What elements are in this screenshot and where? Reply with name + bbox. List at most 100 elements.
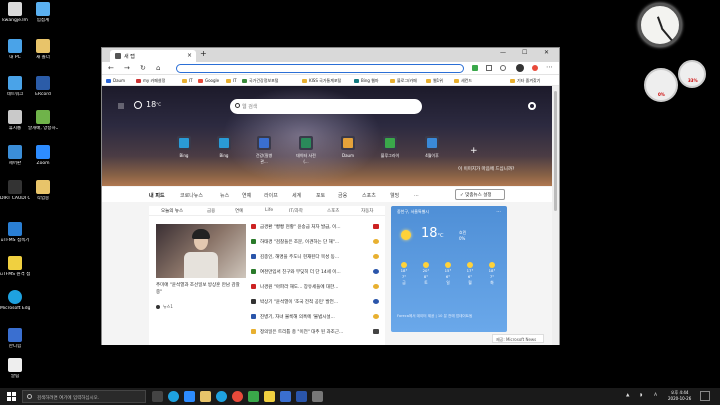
tab-my-feed[interactable]: 내 피드: [149, 192, 165, 199]
edge-beta-app-icon[interactable]: [216, 391, 227, 402]
weather-card[interactable]: 중천구, 서울특별시 ... 18°C 흐린 0% 18° 7° 금 20° 8° 토 1…: [391, 206, 507, 332]
minimize-button[interactable]: —: [500, 49, 506, 56]
tray-network-icon[interactable]: ▲: [626, 393, 629, 398]
desktop-icon[interactable]: 제어판: [0, 145, 30, 166]
apps-grid-icon[interactable]: [118, 103, 124, 109]
subtab-finance[interactable]: 금융: [207, 208, 215, 214]
close-tab-icon[interactable]: ×: [187, 52, 192, 59]
task-view-icon[interactable]: [152, 391, 163, 402]
profile-avatar[interactable]: [516, 64, 524, 72]
news-item[interactable]: 나경원 "아파라 해도... 장유세들에 대한...: [251, 284, 379, 296]
close-window-button[interactable]: ✕: [544, 49, 549, 56]
news-item[interactable]: 하태경 "검찰들은 조문, 이견하는 단 해"...: [251, 239, 379, 251]
settings-app-icon[interactable]: [312, 391, 323, 402]
desktop-icon[interactable]: Zoom: [28, 145, 58, 166]
address-bar[interactable]: [176, 64, 464, 73]
store-app-icon[interactable]: [296, 391, 307, 402]
quick-link[interactable]: 건강(질병 관...: [252, 136, 276, 165]
tab-entertainment[interactable]: 연예: [242, 192, 251, 199]
zoom-app-icon[interactable]: [184, 391, 195, 402]
desktop-icon[interactable]: 휴지통: [0, 110, 30, 131]
tab-covid-news[interactable]: 코로나뉴스: [180, 192, 203, 199]
photos-app-icon[interactable]: [248, 391, 259, 402]
subtab-life[interactable]: Life: [265, 208, 273, 213]
web-search-input[interactable]: 웹 검색: [230, 99, 422, 114]
bookmark[interactable]: KISS 국가통계포털: [302, 78, 341, 84]
refresh-button[interactable]: ↻: [140, 64, 146, 72]
desktop-icon[interactable]: ERcord: [28, 76, 58, 97]
forward-button[interactable]: →: [124, 64, 130, 72]
subtab-cars[interactable]: 자동차: [361, 208, 373, 214]
desktop-icon[interactable]: 내 PC: [0, 39, 30, 60]
bookmark[interactable]: 웹1위: [426, 78, 443, 84]
news-item[interactable]: 정의일은 트리튬 충 "이전" 대추 된 과조근...: [251, 329, 379, 341]
bookmark[interactable]: 블로그/카페: [390, 78, 417, 84]
tab-photo[interactable]: 포토: [316, 192, 325, 199]
desktop-icon[interactable]: 네트워크: [0, 76, 30, 97]
windows-start-icon[interactable]: [7, 392, 16, 401]
tab-new-tab[interactable]: 새 탭 ×: [110, 50, 196, 62]
news-item[interactable]: 여천만입서 친구와 부딪히 더 단 14세 이...: [251, 269, 379, 281]
desktop-icon[interactable]: 알림: [0, 358, 30, 379]
bookmark[interactable]: 국가건강정보포털: [242, 78, 278, 84]
tab-wellbeing[interactable]: 웰빙: [390, 192, 399, 199]
desktop-icon[interactable]: kwangje.lm: [0, 2, 30, 23]
tab-finance[interactable]: 금융: [338, 192, 347, 199]
subtab-entertainment[interactable]: 연예: [235, 208, 243, 214]
explorer-app-icon[interactable]: [200, 391, 211, 402]
personalize-button[interactable]: ✓ 맞춤뉴스 설정: [455, 189, 505, 200]
bookmark[interactable]: my 카페설정: [136, 78, 165, 84]
bookmark[interactable]: Daum: [106, 78, 125, 83]
subtab-today[interactable]: 오늘의 뉴스: [161, 208, 183, 214]
input-language-indicator[interactable]: A: [654, 393, 657, 398]
news-item[interactable]: 진병기, 자녀 불룩해 의혹에 '불법시설...: [251, 314, 379, 326]
weather-more-icon[interactable]: ...: [496, 208, 501, 214]
tray-volume-icon[interactable]: ◗: [640, 393, 642, 398]
scrollbar-thumb[interactable]: [554, 91, 557, 211]
taskbar-search-input[interactable]: 검색하려면 여기에 입력하십시오.: [22, 390, 146, 403]
tab-news[interactable]: 뉴스: [220, 192, 229, 199]
weather-widget[interactable]: 18 °C: [134, 100, 161, 109]
quick-link[interactable]: 데이터 사전 (...: [294, 136, 318, 164]
home-button[interactable]: ⌂: [156, 64, 160, 72]
back-button[interactable]: ←: [108, 64, 114, 72]
more-menu-icon[interactable]: ⋯: [546, 63, 553, 71]
microsoft-news-tag[interactable]: 제공: Microsoft News: [492, 334, 544, 343]
quick-link[interactable]: Bing: [212, 136, 236, 158]
other-favorites[interactable]: 기타 즐겨찾기: [510, 78, 540, 84]
desktop-icon[interactable]: 한디힘: [0, 328, 30, 349]
favorites-icon[interactable]: [500, 65, 506, 71]
quick-link[interactable]: 4월이후: [420, 136, 444, 159]
tab-life[interactable]: 라이프: [264, 192, 278, 199]
tab-world[interactable]: 세계: [292, 192, 301, 199]
desktop-icon[interactable]: uTFMS 접속기: [0, 222, 30, 243]
quick-link[interactable]: 블루그라이: [378, 136, 402, 159]
desktop-icon[interactable]: DIRT CAUDI CRU-2...: [0, 180, 30, 201]
quick-link[interactable]: Daum: [336, 136, 360, 158]
taskbar-clock[interactable]: 오후 4:44 2020-10-26: [668, 390, 691, 401]
scrollbar[interactable]: [552, 86, 559, 345]
bookmark[interactable]: IT: [182, 78, 193, 83]
lead-news-title[interactable]: 추미애 "윤석열과 조선일보 방상훈 만남 감찰 중": [156, 283, 246, 297]
news-item[interactable]: 김종인, 해명을 주도니 현재된다 목성 동...: [251, 254, 379, 266]
settings-gear-icon[interactable]: [528, 102, 536, 110]
add-quick-link-button[interactable]: +: [470, 146, 478, 156]
desktop-icon[interactable]: 날개배, 양승하그럼사...: [28, 110, 58, 131]
maximize-button[interactable]: ☐: [522, 49, 527, 56]
news-item[interactable]: 금경환 "빵빵 현황" 윤송금 처자 발급, 이...: [251, 224, 379, 236]
extension-icon-2[interactable]: [532, 65, 538, 71]
desktop-icon[interactable]: 새 폴더: [28, 39, 58, 60]
desktop-icon[interactable]: uTFMS 원격 접속기 도우미: [0, 256, 30, 277]
desktop-icon[interactable]: 작업중: [28, 180, 58, 201]
extension-icon[interactable]: [472, 65, 478, 71]
mail-app-icon[interactable]: [280, 391, 291, 402]
lead-news-photo[interactable]: [156, 224, 246, 278]
chrome-app-icon[interactable]: [232, 391, 243, 402]
subtab-it[interactable]: IT/과학: [289, 208, 303, 214]
subtab-sports[interactable]: 스포츠: [327, 208, 339, 214]
bookmark[interactable]: 세컨드: [454, 78, 472, 84]
quick-link[interactable]: Bing: [172, 136, 196, 158]
notification-icon[interactable]: [700, 391, 710, 401]
image-feedback[interactable]: 이 이미지가 마음에 드십니까?: [458, 166, 514, 172]
new-tab-button[interactable]: +: [200, 49, 207, 58]
